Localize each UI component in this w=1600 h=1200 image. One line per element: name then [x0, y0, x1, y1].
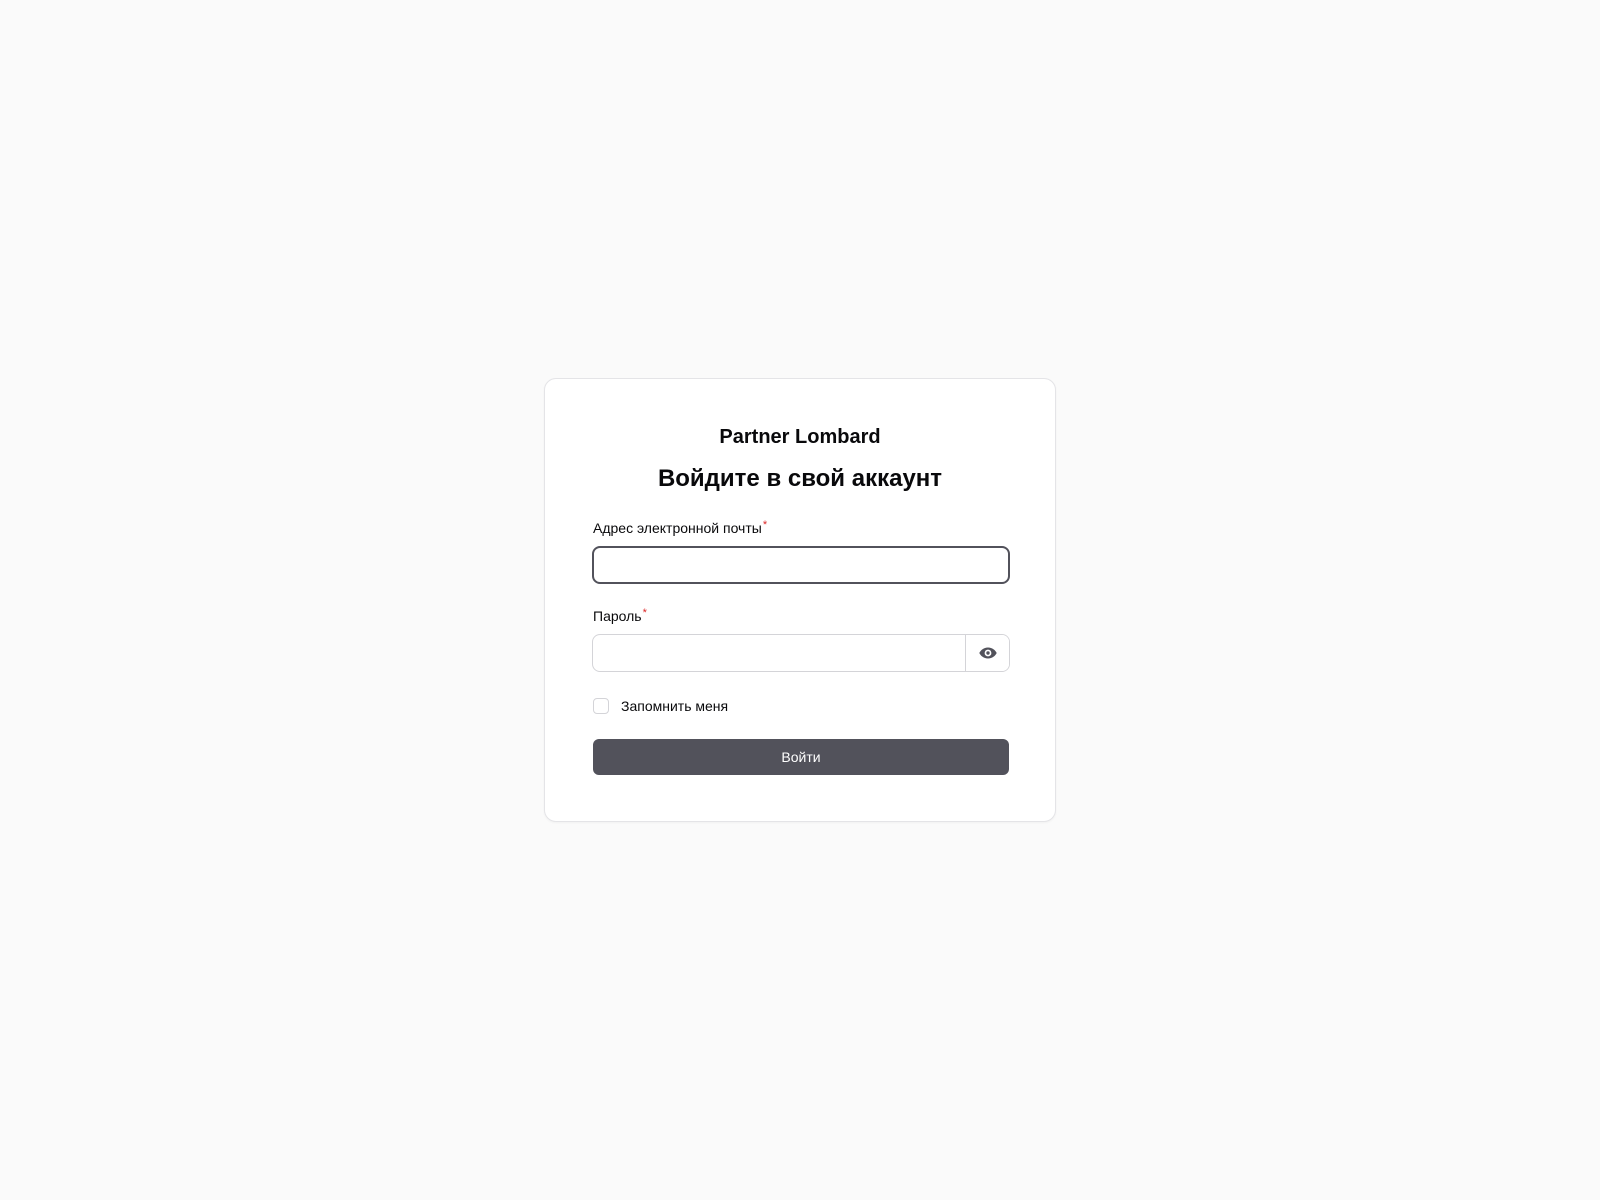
brand-name: Partner Lombard: [719, 426, 881, 448]
required-mark: *: [642, 607, 647, 619]
show-password-button[interactable]: [965, 635, 1009, 671]
password-field[interactable]: [593, 635, 965, 671]
required-mark: *: [762, 519, 768, 531]
remember-me-label[interactable]: Запомнить меня: [621, 698, 728, 714]
remember-me-checkbox[interactable]: [593, 698, 609, 714]
login-button[interactable]: Войти: [593, 739, 1009, 775]
email-field[interactable]: [592, 546, 1010, 584]
email-label-text: Адрес электронной почты: [593, 520, 762, 536]
password-label-text: Пароль: [593, 608, 642, 624]
remember-me[interactable]: Запомнить меня: [593, 696, 728, 716]
eye-icon: [978, 647, 997, 659]
password-label: Пароль*: [593, 606, 647, 626]
login-card: Partner Lombard Войдите в свой аккаунт А…: [544, 378, 1056, 822]
email-label: Адрес электронной почты*: [593, 518, 767, 538]
page-title: Войдите в свой аккаунт: [657, 465, 943, 492]
password-field-wrapper: [592, 634, 1010, 672]
